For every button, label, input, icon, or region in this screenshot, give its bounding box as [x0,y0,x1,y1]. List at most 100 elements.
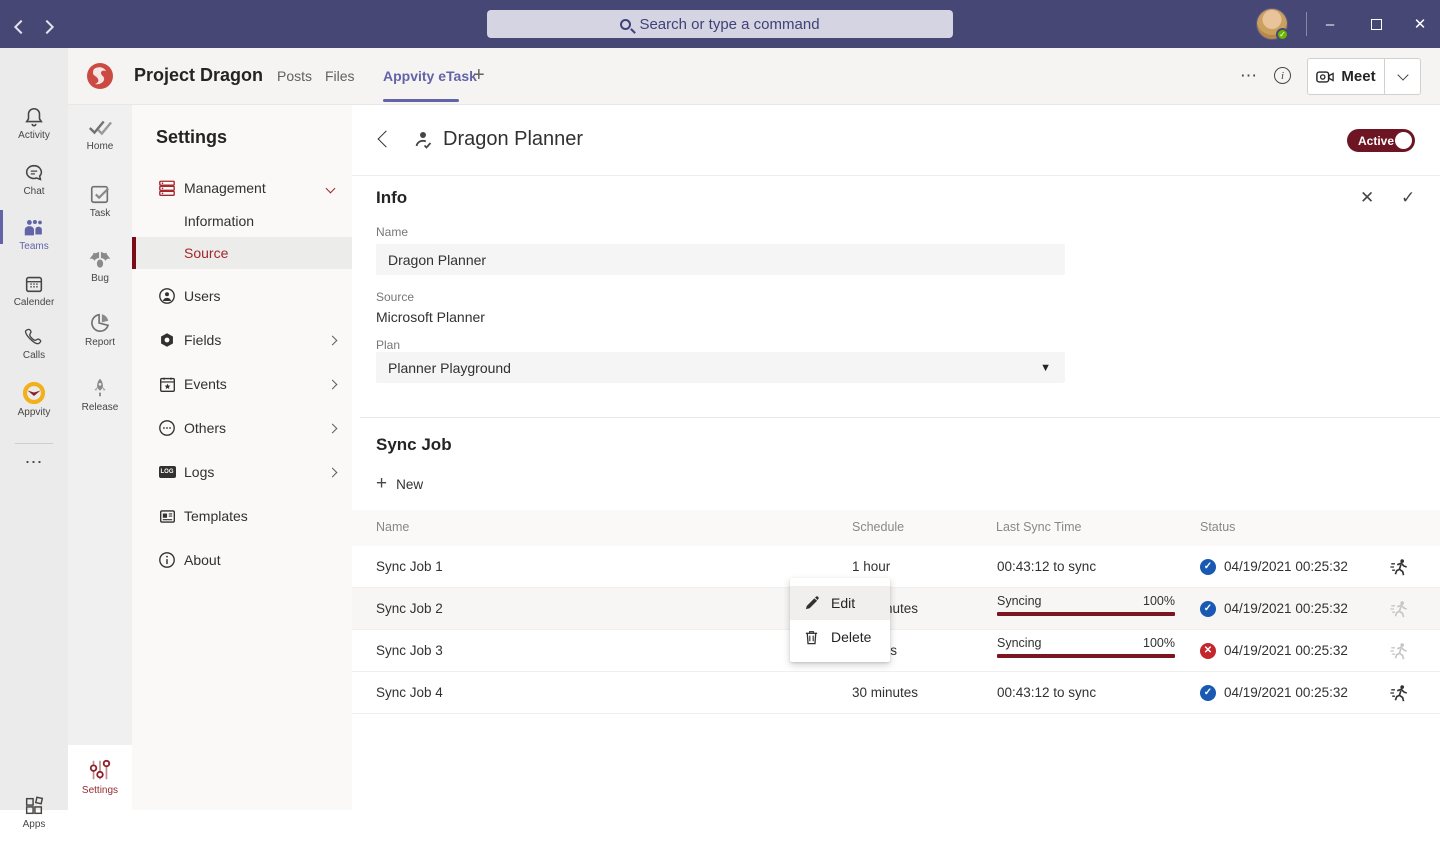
row-context-menu: Edit Delete [790,578,890,662]
header-info-icon[interactable]: i [1274,67,1291,84]
plan-field-label: Plan [376,338,400,352]
sync-job-row[interactable]: Sync Job 1 1 hour 00:43:12 to sync ✓ 04/… [352,546,1440,588]
add-tab-button[interactable]: + [473,64,485,87]
others-ellipsis-icon [158,419,176,437]
progress-percent: 100% [1143,636,1175,650]
bug-icon [88,248,112,270]
nav-item-templates[interactable]: Templates [132,500,352,532]
user-avatar[interactable]: ✓ [1256,8,1288,40]
context-menu-edit-label: Edit [831,595,855,611]
plan-dropdown[interactable]: Planner Playground ▼ [376,352,1065,383]
appvity-logo-icon [22,381,46,405]
rail-item-activity[interactable]: Activity [0,106,68,158]
plus-icon: + [376,473,387,495]
chevron-right-icon [328,467,338,477]
history-forward-icon[interactable] [42,19,52,37]
rail-item-calender[interactable]: Calender [0,273,68,325]
active-toggle[interactable]: Active [1347,129,1415,152]
header-more-button[interactable]: ⋯ [1240,66,1258,86]
new-sync-job-button[interactable]: + New [376,473,423,495]
context-menu-delete[interactable]: Delete [790,620,890,654]
nav-item-logs[interactable]: LOG Logs [132,456,352,488]
about-info-icon [158,551,176,569]
module-report[interactable]: Report [68,312,132,366]
cell-schedule: 1 hour [852,559,890,574]
status-error-icon: ✕ [1200,643,1216,659]
sync-job-row[interactable]: Sync Job 2 15 minutes Syncing100% ✓ 04/1… [352,588,1440,630]
team-name: Project Dragon [134,65,263,86]
history-back-icon[interactable] [16,19,26,37]
trash-icon [804,630,819,645]
back-button[interactable] [378,131,395,148]
active-tab-underline [383,99,459,102]
bell-icon [23,106,45,128]
cancel-icon[interactable]: ✕ [1360,188,1374,208]
search-icon [620,19,631,30]
sync-section-heading: Sync Job [376,435,452,455]
chevron-down-icon [1397,69,1408,80]
minimize-button[interactable]: – [1308,0,1352,48]
run-sync-icon[interactable] [1389,683,1409,708]
col-schedule: Schedule [852,520,904,534]
sync-job-row[interactable]: Sync Job 4 30 minutes 00:43:12 to sync ✓… [352,672,1440,714]
status-success-icon: ✓ [1200,685,1216,701]
rail-divider [15,443,53,444]
module-settings[interactable]: Settings [68,745,132,810]
name-field-label: Name [376,225,408,239]
tab-appvity-etask[interactable]: Appvity eTask [383,68,477,84]
module-task[interactable]: Task [68,183,132,237]
tab-posts[interactable]: Posts [277,68,312,84]
cell-name: Sync Job 1 [376,559,443,574]
rail-item-chat[interactable]: Chat [0,162,68,214]
tab-files[interactable]: Files [325,68,355,84]
templates-newspaper-icon [159,508,176,525]
module-release[interactable]: Release [68,377,132,431]
search-placeholder: Search or type a command [639,16,819,33]
col-last-sync: Last Sync Time [996,520,1081,534]
nav-item-about[interactable]: About [132,544,352,576]
users-icon [158,287,176,305]
nav-item-information[interactable]: Information [132,205,352,237]
nav-item-source[interactable]: Source [132,237,352,269]
rail-item-teams[interactable]: Teams [0,217,68,269]
maximize-icon [1371,19,1382,30]
nav-item-others[interactable]: Others [132,412,352,444]
run-sync-icon-disabled [1389,599,1409,624]
rail-item-appvity[interactable]: Appvity [0,381,68,433]
teams-people-icon [22,217,46,239]
settings-nav-panel: Settings Management Information Source U… [132,105,352,810]
cell-name: Sync Job 3 [376,643,443,658]
meet-dropdown-button[interactable] [1384,59,1420,94]
new-button-label: New [396,477,423,492]
cell-name: Sync Job 2 [376,601,443,616]
status-success-icon: ✓ [1200,559,1216,575]
module-home[interactable]: Home [68,118,132,172]
maximize-button[interactable] [1354,0,1398,48]
name-input[interactable] [376,244,1065,275]
confirm-icon[interactable]: ✓ [1401,188,1415,208]
status-success-icon: ✓ [1200,601,1216,617]
close-button[interactable]: ✕ [1398,0,1440,48]
fields-hexagon-icon [159,332,175,348]
sync-job-row[interactable]: Sync Job 3 2 hours Syncing100% ✕ 04/19/2… [352,630,1440,672]
nav-item-management[interactable]: Management [132,172,352,204]
rail-item-calls[interactable]: Calls [0,326,68,378]
rail-item-apps[interactable]: Apps [0,795,68,847]
source-field-value: Microsoft Planner [376,309,485,325]
nav-item-fields[interactable]: Fields [132,324,352,356]
window-titlebar: Search or type a command ✓ – ✕ [0,0,1440,48]
rail-more-button[interactable]: ⋯ [0,452,68,473]
run-sync-icon[interactable] [1389,557,1409,582]
chevron-down-icon [326,183,336,193]
meet-button[interactable]: Meet [1307,58,1421,95]
team-logo-phoenix-icon[interactable] [85,61,115,91]
context-menu-edit[interactable]: Edit [790,586,890,620]
calendar-icon [23,273,45,295]
management-server-icon [158,179,176,197]
nav-item-users[interactable]: Users [132,280,352,312]
task-checkbox-icon [89,183,111,205]
search-input[interactable]: Search or type a command [487,10,953,38]
nav-item-events[interactable]: Events [132,368,352,400]
cell-status-date: 04/19/2021 00:25:32 [1224,685,1348,700]
module-bug[interactable]: Bug [68,248,132,302]
